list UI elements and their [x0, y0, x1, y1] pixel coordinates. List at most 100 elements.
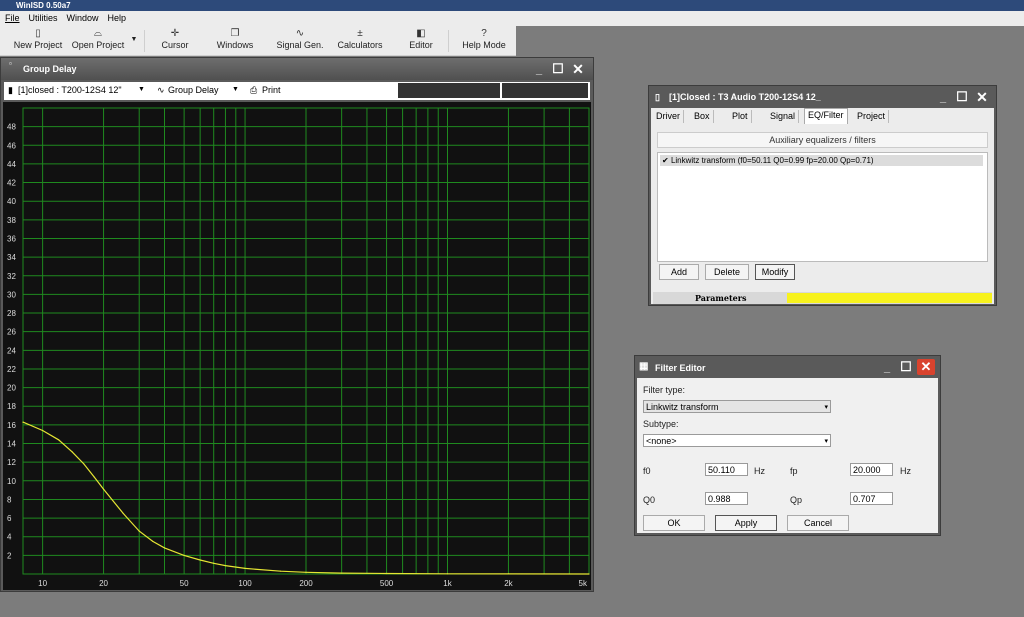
menu-utilities[interactable]: Utilities — [24, 11, 62, 23]
tab-eq-filter[interactable]: EQ/Filter — [804, 108, 848, 124]
menu-help[interactable]: Help — [103, 11, 131, 23]
fp-input[interactable]: 20.000 — [850, 463, 893, 476]
help-mode-button[interactable]: ? Help Mode — [456, 28, 512, 50]
main-toolbar: ▯ New Project ⌓ Open Project ▼ ✛ Cursor ❐ Wi… — [0, 26, 516, 56]
app-title: WinISD 0.50a7 — [16, 1, 71, 10]
project-window-title: [1]Closed : T3 Audio T200-12S4 12_ — [669, 92, 821, 102]
maximize-icon[interactable]: ☐ — [954, 90, 970, 104]
ok-button[interactable]: OK — [643, 515, 705, 531]
minimize-icon[interactable]: _ — [935, 91, 951, 105]
list-item[interactable]: ✔ Linkwitz transform (f0=50.11 Q0=0.99 f… — [660, 155, 983, 166]
x-tick-label: 5k — [579, 579, 588, 588]
minimize-icon[interactable]: _ — [879, 361, 895, 375]
y-tick-label: 2 — [7, 551, 12, 560]
y-tick-label: 14 — [7, 440, 16, 449]
toolbar-background — [516, 26, 1024, 55]
app-title-bar: WinISD 0.50a7 — [0, 0, 1024, 11]
checkbox-checked-icon[interactable]: ✔ — [660, 156, 669, 165]
x-tick-label: 500 — [380, 579, 394, 588]
y-tick-label: 42 — [7, 179, 16, 188]
filter-list: ✔ Linkwitz transform (f0=50.11 Q0=0.99 f… — [657, 152, 988, 262]
group-delay-data-point — [183, 554, 185, 556]
maximize-icon[interactable]: ☐ — [550, 62, 566, 76]
apply-button[interactable]: Apply — [715, 515, 777, 531]
cursor-readout-x — [398, 83, 500, 98]
open-project-button[interactable]: ⌓ Open Project — [68, 28, 128, 50]
x-tick-label: 20 — [99, 579, 108, 588]
group-delay-chart[interactable]: 2468101214161820222426283032343638404244… — [3, 102, 591, 590]
close-icon[interactable]: ✕ — [917, 359, 935, 375]
close-icon[interactable]: ✕ — [570, 62, 586, 76]
group-delay-data-point — [305, 571, 307, 573]
y-tick-label: 24 — [7, 346, 16, 355]
tab-signal[interactable]: Signal — [767, 110, 800, 123]
tab-driver[interactable]: Driver — [653, 110, 684, 123]
y-tick-label: 18 — [7, 402, 16, 411]
signal-gen-icon: ∿ — [295, 28, 305, 39]
cursor-button[interactable]: ✛ Cursor — [152, 28, 198, 50]
group-delay-window: ▫ Group Delay _ ☐ ✕ ▮ [1]closed : T200-1… — [0, 57, 594, 592]
cursor-icon: ✛ — [170, 28, 180, 39]
calculators-button[interactable]: ± Calculators — [334, 28, 386, 50]
new-project-button[interactable]: ▯ New Project — [10, 28, 66, 50]
chart-background — [3, 102, 591, 590]
cancel-button[interactable]: Cancel — [787, 515, 849, 531]
print-button[interactable]: Print — [262, 85, 281, 95]
q0-input[interactable]: 0.988 — [705, 492, 748, 505]
group-delay-data-point — [22, 421, 24, 423]
project-window: ▯ [1]Closed : T3 Audio T200-12S4 12_ _ ☐… — [648, 85, 997, 306]
group-delay-data-point — [244, 567, 246, 570]
chevron-down-icon: ▾ — [824, 438, 828, 445]
project-dropdown-arrow[interactable]: ▼ — [138, 86, 145, 93]
maximize-icon[interactable]: ☐ — [898, 360, 914, 374]
f0-input[interactable]: 50.110 — [705, 463, 748, 476]
y-tick-label: 12 — [7, 458, 16, 467]
f0-unit: Hz — [754, 466, 765, 476]
windows-icon: ❐ — [230, 28, 240, 39]
close-icon[interactable]: ✕ — [974, 90, 990, 104]
group-delay-data-point — [42, 429, 44, 432]
signal-gen-button[interactable]: ∿ Signal Gen. — [272, 28, 328, 50]
tab-project[interactable]: Project — [854, 110, 890, 123]
help-icon: ? — [481, 28, 487, 39]
group-delay-data-point — [138, 530, 140, 532]
calculators-icon: ± — [357, 28, 363, 39]
y-tick-label: 20 — [7, 384, 16, 393]
y-tick-label: 44 — [7, 160, 16, 169]
print-icon: ⎙ — [250, 85, 258, 95]
chevron-down-icon: ▾ — [824, 404, 828, 411]
group-delay-data-point — [93, 476, 95, 478]
filter-item-label: Linkwitz transform (f0=50.11 Q0=0.99 fp=… — [670, 156, 874, 165]
y-tick-label: 16 — [7, 421, 16, 430]
group-delay-data-point — [213, 562, 215, 564]
project-select[interactable]: [1]closed : T200-12S4 12" — [18, 85, 122, 95]
menu-window[interactable]: Window — [62, 11, 103, 23]
modify-button[interactable]: Modify — [755, 264, 795, 280]
menu-file[interactable]: File — [0, 11, 24, 23]
tab-box[interactable]: Box — [691, 110, 714, 123]
subtype-label: Subtype: — [643, 419, 679, 429]
subtype-select[interactable]: <none> ▾ — [643, 434, 831, 447]
windows-button[interactable]: ❐ Windows — [210, 28, 260, 50]
q0-label: Q0 — [643, 495, 656, 505]
x-tick-label: 50 — [180, 579, 189, 588]
group-delay-data-point — [199, 559, 201, 561]
menu-bar: File Utilities Window Help — [0, 11, 1024, 26]
filter-type-select[interactable]: Linkwitz transform ▾ — [643, 400, 831, 413]
group-delay-data-point — [280, 570, 282, 572]
add-button[interactable]: Add — [659, 264, 699, 280]
y-tick-label: 4 — [7, 533, 12, 542]
parameters-label: Parameters — [695, 293, 747, 303]
y-tick-label: 48 — [7, 123, 16, 132]
group-delay-data-point — [588, 573, 590, 575]
graph-dropdown-arrow[interactable]: ▼ — [232, 86, 239, 93]
editor-button[interactable]: ◧ Editor — [400, 28, 442, 50]
open-project-dropdown[interactable]: ▼ — [128, 36, 140, 43]
graph-select[interactable]: Group Delay — [168, 85, 219, 95]
group-delay-titlebar[interactable]: ▫ Group Delay _ ☐ ✕ — [1, 58, 593, 80]
qp-input[interactable]: 0.707 — [850, 492, 893, 505]
tab-plot[interactable]: Plot — [729, 110, 752, 123]
filter-editor-window: ▦ Filter Editor _ ☐ ✕ Filter type: Linkw… — [634, 355, 941, 536]
delete-button[interactable]: Delete — [705, 264, 749, 280]
minimize-icon[interactable]: _ — [531, 63, 547, 77]
